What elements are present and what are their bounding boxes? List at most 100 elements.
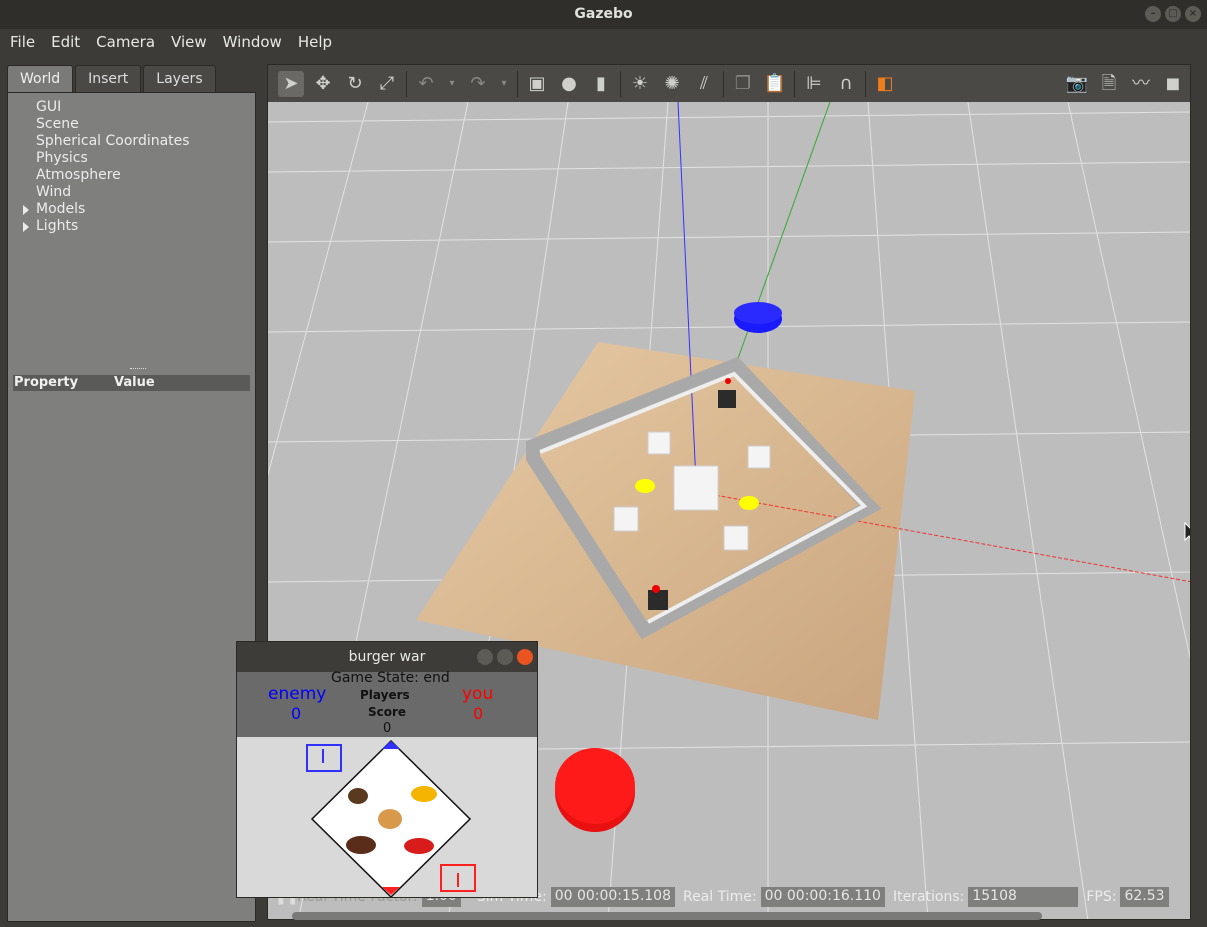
toolbar-separator: [517, 70, 518, 97]
tomato-icon: [404, 838, 434, 854]
menu-file[interactable]: File: [2, 29, 43, 55]
score-header: Game State: end enemy 0 Players Score 0 …: [237, 670, 537, 737]
select-arrow-icon[interactable]: ➤: [278, 70, 304, 97]
center-block: [673, 465, 719, 511]
game-map: [306, 739, 476, 897]
tree-item-scene[interactable]: Scene: [36, 116, 79, 132]
menu-view[interactable]: View: [163, 29, 215, 55]
tree-item-spherical-coordinates[interactable]: Spherical Coordinates: [36, 133, 190, 149]
property-header: Property Value: [13, 375, 250, 391]
tab-insert[interactable]: Insert: [75, 65, 142, 93]
minimize-icon[interactable]: [477, 649, 493, 665]
menu-camera[interactable]: Camera: [88, 29, 163, 55]
menu-help[interactable]: Help: [290, 29, 340, 55]
menu-edit[interactable]: Edit: [43, 29, 88, 55]
players-label: Players: [360, 688, 410, 702]
directional-light-icon[interactable]: ⫽: [691, 71, 717, 97]
property-column-header: Property: [14, 375, 79, 390]
left-panel: World Insert Layers GUI Scene Spherical …: [0, 55, 262, 927]
horizontal-scrollbar[interactable]: [292, 912, 1042, 920]
player-robot-led: [652, 585, 660, 593]
tab-world[interactable]: World: [7, 65, 74, 93]
snap-magnet-icon[interactable]: ∩: [833, 71, 859, 97]
screenshot-camera-icon[interactable]: 📷: [1064, 71, 1090, 97]
translate-icon[interactable]: ✥: [310, 71, 336, 97]
mushroom-icon: [348, 788, 368, 804]
redo-dropdown-icon[interactable]: ▾: [497, 71, 511, 97]
close-icon[interactable]: [517, 649, 533, 665]
score-label: Score: [368, 705, 407, 719]
align-icon[interactable]: ⊫: [801, 71, 827, 97]
toolbar-separator: [620, 70, 621, 97]
patty-icon: [346, 836, 376, 854]
tree-item-atmosphere[interactable]: Atmosphere: [36, 167, 121, 183]
box-shape-icon[interactable]: ▣: [524, 71, 550, 97]
panel-splitter[interactable]: [130, 368, 146, 369]
enemy-robot: [718, 390, 736, 408]
view-angle-icon[interactable]: ◧: [872, 71, 898, 97]
menubar: File Edit Camera View Window Help: [0, 29, 1207, 55]
target-block: [613, 506, 639, 532]
spot-light-icon[interactable]: ✺: [659, 71, 685, 97]
burger-war-window: burger war Game State: end enemy 0 Playe…: [236, 641, 538, 898]
cheese-icon: [411, 786, 437, 802]
point-light-icon[interactable]: ☀: [627, 71, 653, 97]
expand-arrow-icon[interactable]: [23, 205, 29, 215]
toolbar-separator: [794, 70, 795, 97]
target-block: [647, 431, 671, 455]
real-time-label: Real Time:: [683, 889, 757, 905]
expand-arrow-icon[interactable]: [23, 222, 29, 232]
tree-item-gui[interactable]: GUI: [36, 99, 61, 115]
burger-war-titlebar[interactable]: burger war: [237, 642, 537, 672]
cylinder-shape-icon[interactable]: ▮: [588, 71, 614, 97]
fps-value: 62.53: [1120, 887, 1169, 907]
iterations-label: Iterations:: [892, 889, 965, 905]
video-record-icon[interactable]: ◼: [1160, 71, 1186, 97]
undo-icon[interactable]: ↶: [413, 71, 439, 97]
tree-item-models[interactable]: Models: [36, 201, 85, 217]
toolbar-separator: [865, 70, 866, 97]
maximize-icon[interactable]: □: [1165, 6, 1181, 22]
world-tree: GUI Scene Spherical Coordinates Physics …: [7, 92, 256, 922]
yellow-marker: [635, 479, 655, 493]
toolbar-separator: [723, 70, 724, 97]
fps-label: FPS:: [1086, 889, 1117, 905]
undo-dropdown-icon[interactable]: ▾: [445, 71, 459, 97]
enemy-score: 0: [291, 704, 302, 723]
minimize-icon[interactable]: –: [1145, 6, 1161, 22]
left-tabs: World Insert Layers: [7, 65, 218, 93]
menu-window[interactable]: Window: [215, 29, 290, 55]
sphere-shape-icon[interactable]: ●: [556, 71, 582, 97]
enemy-label: enemy: [268, 684, 327, 704]
scale-icon[interactable]: ⤢: [374, 71, 400, 97]
player-robot: [648, 590, 668, 610]
iterations-value: 15108: [968, 887, 1079, 907]
yellow-marker: [739, 496, 759, 510]
enemy-corner-triangle: [382, 741, 400, 749]
target-block: [747, 445, 771, 469]
burger-war-title: burger war: [348, 649, 426, 665]
window-title: Gazebo: [574, 6, 633, 22]
maximize-icon[interactable]: [497, 649, 513, 665]
paste-icon[interactable]: 📋: [762, 71, 788, 97]
plot-icon[interactable]: 〰: [1128, 71, 1154, 97]
close-icon[interactable]: ×: [1185, 6, 1201, 22]
real-time-value: 00 00:00:16.110: [760, 887, 885, 907]
enemy-robot-led: [725, 378, 731, 384]
tab-layers[interactable]: Layers: [143, 65, 216, 93]
window-titlebar: Gazebo – □ ×: [0, 0, 1207, 29]
sim-time-value: 00 00:00:15.108: [550, 887, 676, 907]
tree-item-wind[interactable]: Wind: [36, 184, 71, 200]
tree-item-lights[interactable]: Lights: [36, 218, 78, 234]
tree-item-physics[interactable]: Physics: [36, 150, 88, 166]
target-block: [723, 525, 749, 551]
copy-icon[interactable]: ❐: [730, 71, 756, 97]
game-state: Game State: end: [331, 670, 450, 686]
redo-icon[interactable]: ↷: [465, 71, 491, 97]
red-marker-top: [555, 748, 635, 824]
burger-icon: [378, 809, 402, 829]
blue-marker-top: [734, 302, 782, 324]
value-column-header: Value: [114, 375, 155, 390]
rotate-icon[interactable]: ↻: [342, 71, 368, 97]
log-icon[interactable]: 🗎: [1096, 71, 1122, 97]
